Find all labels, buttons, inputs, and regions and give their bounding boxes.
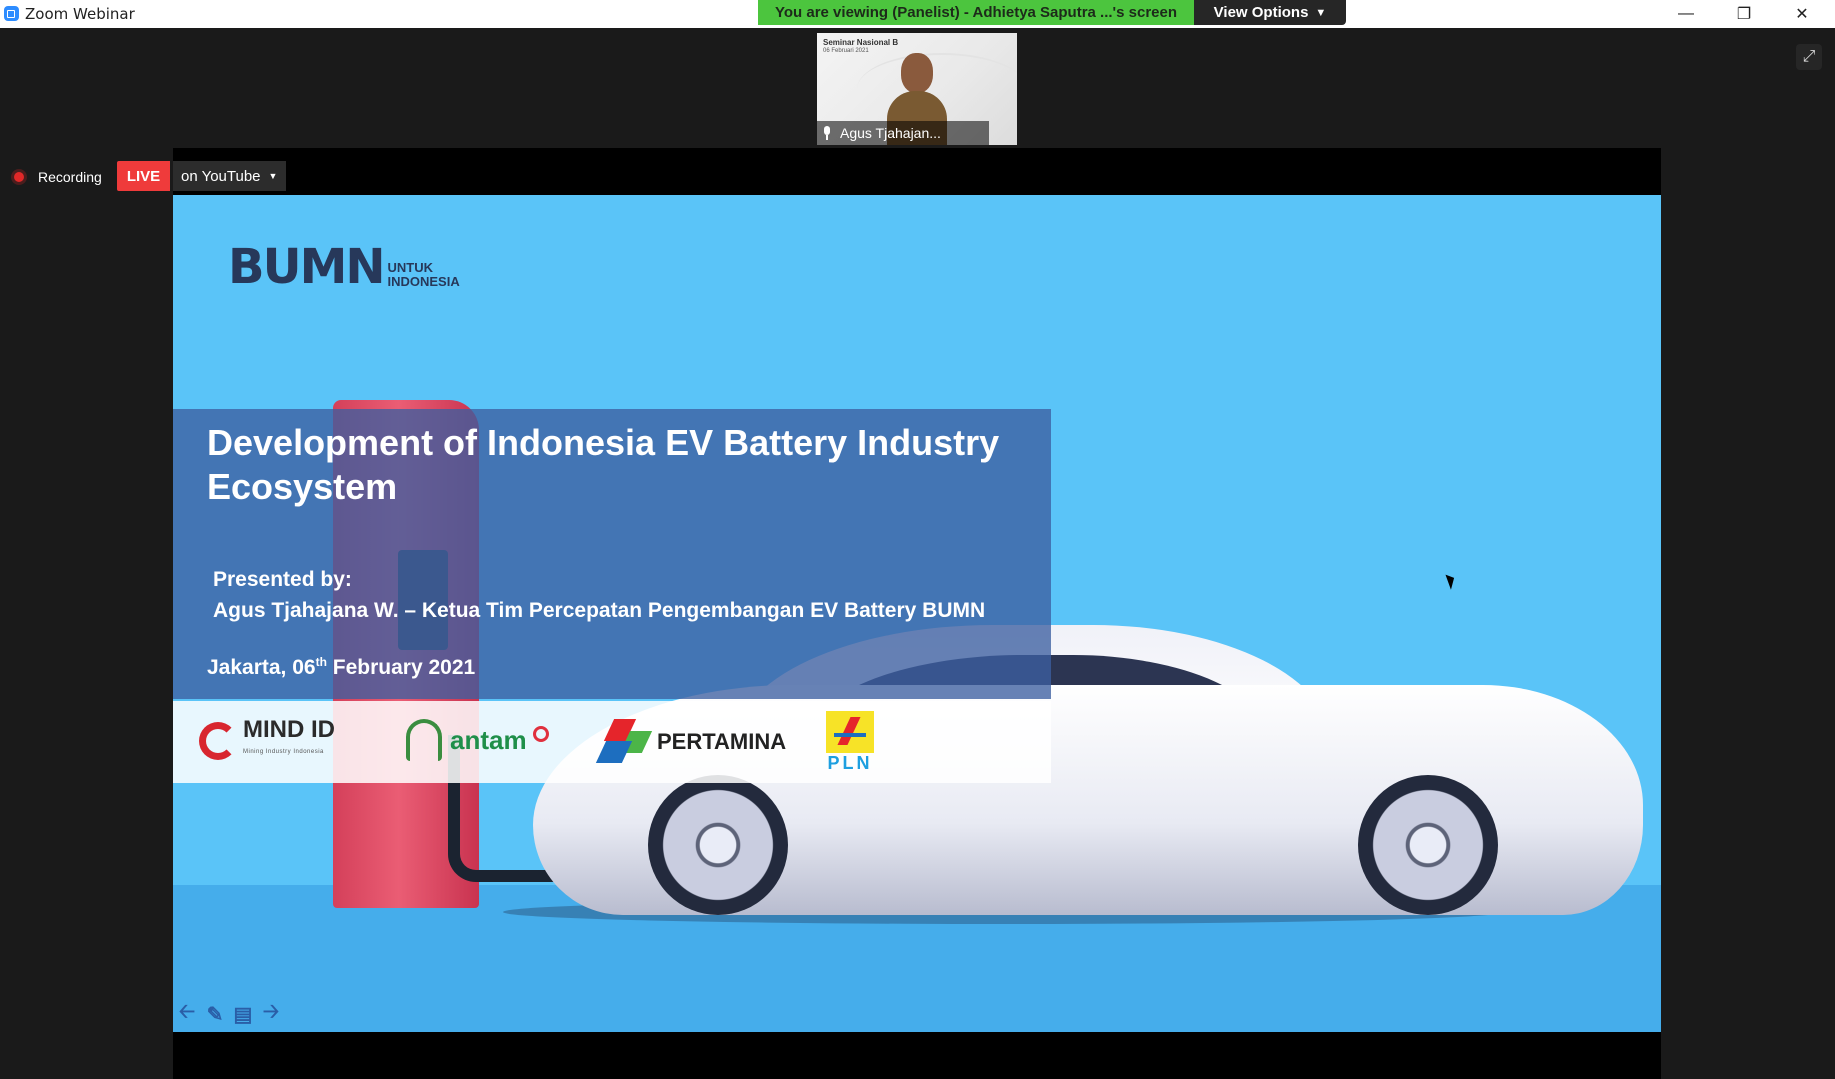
pertamina-name: PERTAMINA (657, 729, 787, 754)
slide-title: Development of Indonesia EV Battery Indu… (207, 422, 1000, 507)
restore-button[interactable]: ❐ (1715, 0, 1773, 28)
pertamina-mark-icon (595, 719, 653, 765)
tile-seminar-header: Seminar Nasional B (823, 38, 899, 47)
mindid-ring-icon (199, 722, 237, 760)
antam-name: antam (450, 724, 527, 755)
viewing-screen-banner: You are viewing (Panelist) - Adhietya Sa… (758, 0, 1194, 25)
minimize-button[interactable]: — (1657, 0, 1715, 28)
bumn-logo: BUMN UNTUK INDONESIA (228, 239, 478, 295)
antam-mark-icon (406, 719, 442, 761)
pertamina-logo: PERTAMINA (595, 719, 786, 765)
date-rest: February 2021 (326, 656, 476, 679)
pln-logo: PLN (826, 711, 874, 774)
expand-icon[interactable]: ⤢ (1796, 44, 1822, 70)
recording-label: Recording (38, 169, 102, 185)
date-ordinal: th (315, 655, 327, 669)
antam-dot-icon (532, 726, 549, 742)
presented-by-label: Presented by: (213, 568, 352, 591)
recording-dot-icon (14, 172, 24, 182)
window-title: Zoom Webinar (25, 5, 135, 23)
bumn-logo-mark: BUMN (228, 239, 385, 295)
bumn-logo-subtitle: UNTUK INDONESIA (387, 260, 460, 289)
rear-wheel (1358, 775, 1498, 915)
view-options-button[interactable]: View Options ▼ (1194, 0, 1346, 25)
front-wheel (648, 775, 788, 915)
pln-mark-icon (826, 711, 874, 753)
participant-name-bar: Agus Tjahajan... (817, 121, 989, 145)
slide-menu-icon[interactable]: ▤ (231, 1003, 255, 1026)
chevron-down-icon: ▼ (1315, 6, 1327, 19)
slide-navigation-tools: 🡠 ✎ ▤ 🡢 (175, 1001, 283, 1026)
presenter-name: Agus Tjahajana W. – Ketua Tim Percepatan… (213, 599, 986, 622)
live-stream-dropdown[interactable]: on YouTube ▼ (173, 161, 286, 191)
participant-name: Agus Tjahajan... (840, 125, 941, 141)
live-badge: LIVE (117, 161, 170, 191)
pen-icon[interactable]: ✎ (203, 1003, 227, 1026)
view-options-label: View Options (1213, 4, 1309, 21)
minimize-icon: — (1678, 5, 1694, 22)
partner-logo-strip: MIND ID Mining Industry Indonesia antam … (173, 701, 1051, 783)
mindid-name: MIND ID (243, 716, 335, 743)
restore-icon: ❐ (1736, 6, 1752, 23)
arrow-right-icon[interactable]: 🡢 (259, 1001, 283, 1025)
caret-down-icon: ▼ (268, 171, 278, 181)
arrow-left-icon[interactable]: 🡠 (175, 1001, 199, 1025)
close-icon: ✕ (1795, 6, 1809, 23)
close-button[interactable]: ✕ (1773, 0, 1831, 28)
tile-seminar-date: 06 Februari 2021 (823, 48, 869, 54)
participant-video-tile[interactable]: Seminar Nasional B 06 Februari 2021 Agus… (817, 33, 1017, 145)
recording-indicator: Recording (14, 163, 102, 191)
antam-logo: antam (406, 719, 549, 761)
place-and-date: Jakarta, 06th February 2021 (207, 655, 475, 680)
microphone-icon (822, 126, 832, 140)
mouse-cursor-icon (1445, 572, 1458, 590)
place: Jakarta, 06 (207, 656, 316, 679)
mindid-logo: MIND ID Mining Industry Indonesia (199, 716, 335, 763)
presentation-slide: BUMN UNTUK INDONESIA Development of Indo… (173, 195, 1661, 1032)
mindid-subtitle: Mining Industry Indonesia (243, 749, 324, 755)
stream-target-label: on YouTube (181, 167, 261, 185)
zoom-app-icon (4, 6, 19, 21)
pln-name: PLN (827, 753, 873, 773)
